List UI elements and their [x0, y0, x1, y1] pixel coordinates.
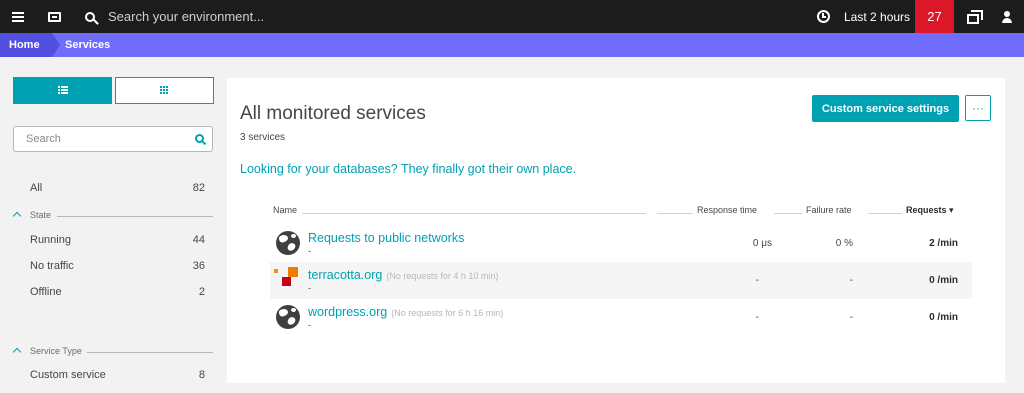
list-icon: [57, 86, 68, 95]
service-note: (No requests for 6 h 16 min): [391, 308, 504, 318]
chevron-up-icon[interactable]: [12, 347, 22, 357]
requests-value: 0 /min: [929, 312, 958, 323]
windows-icon[interactable]: [957, 0, 989, 33]
service-name-link[interactable]: Requests to public networks: [308, 231, 464, 245]
global-search-input[interactable]: Search your environment...: [108, 9, 264, 24]
table-row[interactable]: terracotta.org (No requests for 4 h 10 mi…: [270, 262, 972, 299]
filter-label: Offline: [30, 286, 62, 298]
divider: [868, 213, 902, 214]
service-type-section-title: Service Type: [30, 346, 82, 356]
service-subtext: -: [308, 320, 311, 330]
column-header-requests[interactable]: Requests ▾: [906, 205, 954, 216]
dashboard-icon[interactable]: [38, 0, 70, 33]
more-options-button[interactable]: ···: [965, 95, 991, 121]
service-name: wordpress.org (No requests for 6 h 16 min…: [308, 305, 503, 319]
divider: [774, 213, 802, 214]
filter-count: 8: [198, 369, 205, 381]
filter-search-field[interactable]: [13, 126, 213, 152]
databases-link[interactable]: Looking for your databases? They finally…: [240, 162, 576, 176]
filter-count: 2: [198, 286, 205, 298]
user-icon[interactable]: [991, 0, 1023, 33]
column-header-name[interactable]: Name: [273, 205, 297, 215]
state-section-title: State: [30, 210, 52, 220]
breadcrumb-services[interactable]: Services: [65, 39, 110, 51]
filter-count: 36: [192, 260, 205, 272]
divider: [302, 213, 646, 214]
problems-badge[interactable]: 27: [915, 0, 954, 33]
globe-icon: [276, 305, 300, 329]
custom-service-settings-button[interactable]: Custom service settings: [812, 95, 959, 122]
page-title: All monitored services: [240, 103, 426, 124]
requests-value: 0 /min: [929, 275, 958, 286]
filter-count: 82: [192, 182, 205, 194]
top-bar: Search your environment... Last 2 hours …: [0, 0, 1024, 33]
service-type-section-header[interactable]: Service Type: [12, 346, 213, 358]
filter-search-input[interactable]: [26, 133, 186, 145]
service-name: terracotta.org (No requests for 4 h 10 mi…: [308, 268, 498, 282]
table-row[interactable]: wordpress.org (No requests for 6 h 16 min…: [270, 299, 972, 336]
response-time-value: -: [755, 275, 759, 286]
requests-value: 2 /min: [929, 238, 958, 249]
breadcrumb-home[interactable]: Home: [0, 33, 60, 57]
filter-running[interactable]: Running 44: [30, 234, 205, 246]
failure-rate-value: -: [849, 312, 853, 323]
timeframe-selector[interactable]: Last 2 hours: [844, 10, 910, 24]
grid-view-button[interactable]: [115, 77, 214, 104]
column-header-response-time[interactable]: Response time: [697, 205, 757, 215]
filter-label: Custom service: [30, 369, 106, 381]
search-icon[interactable]: [195, 134, 204, 143]
filter-label: No traffic: [30, 260, 74, 272]
state-section-header[interactable]: State: [12, 210, 213, 222]
filter-label: Running: [30, 234, 71, 246]
breadcrumb: Home Services: [0, 33, 1024, 57]
table-row[interactable]: Requests to public networks - 0 μs 0 % 2…: [270, 225, 972, 262]
filter-label: All: [30, 182, 43, 194]
terracotta-logo-icon: [274, 267, 300, 291]
services-panel: All monitored services 3 services Custom…: [227, 78, 1005, 383]
service-subtext: -: [308, 283, 311, 293]
column-header-failure-rate[interactable]: Failure rate: [806, 205, 852, 215]
service-note: (No requests for 4 h 10 min): [386, 271, 499, 281]
globe-icon: [276, 231, 300, 255]
search-icon[interactable]: [74, 0, 106, 33]
failure-rate-value: 0 %: [835, 238, 853, 249]
service-name-link[interactable]: wordpress.org: [308, 305, 387, 319]
grid-icon: [160, 86, 169, 95]
services-count: 3 services: [240, 132, 286, 143]
filter-no-traffic[interactable]: No traffic 36: [30, 260, 205, 272]
menu-icon[interactable]: [2, 0, 34, 33]
chevron-up-icon[interactable]: [12, 211, 22, 221]
response-time-value: -: [755, 312, 759, 323]
filter-count: 44: [192, 234, 205, 246]
divider: [87, 352, 213, 353]
divider: [657, 213, 693, 214]
service-name-link[interactable]: terracotta.org: [308, 268, 382, 282]
clock-icon[interactable]: [807, 0, 839, 33]
list-view-button[interactable]: [13, 77, 112, 104]
divider: [57, 216, 213, 217]
filter-custom-service[interactable]: Custom service 8: [30, 369, 205, 381]
failure-rate-value: -: [849, 275, 853, 286]
filter-offline[interactable]: Offline 2: [30, 286, 205, 298]
filter-all[interactable]: All 82: [30, 182, 205, 194]
service-subtext: -: [308, 246, 311, 256]
response-time-value: 0 μs: [752, 238, 772, 249]
